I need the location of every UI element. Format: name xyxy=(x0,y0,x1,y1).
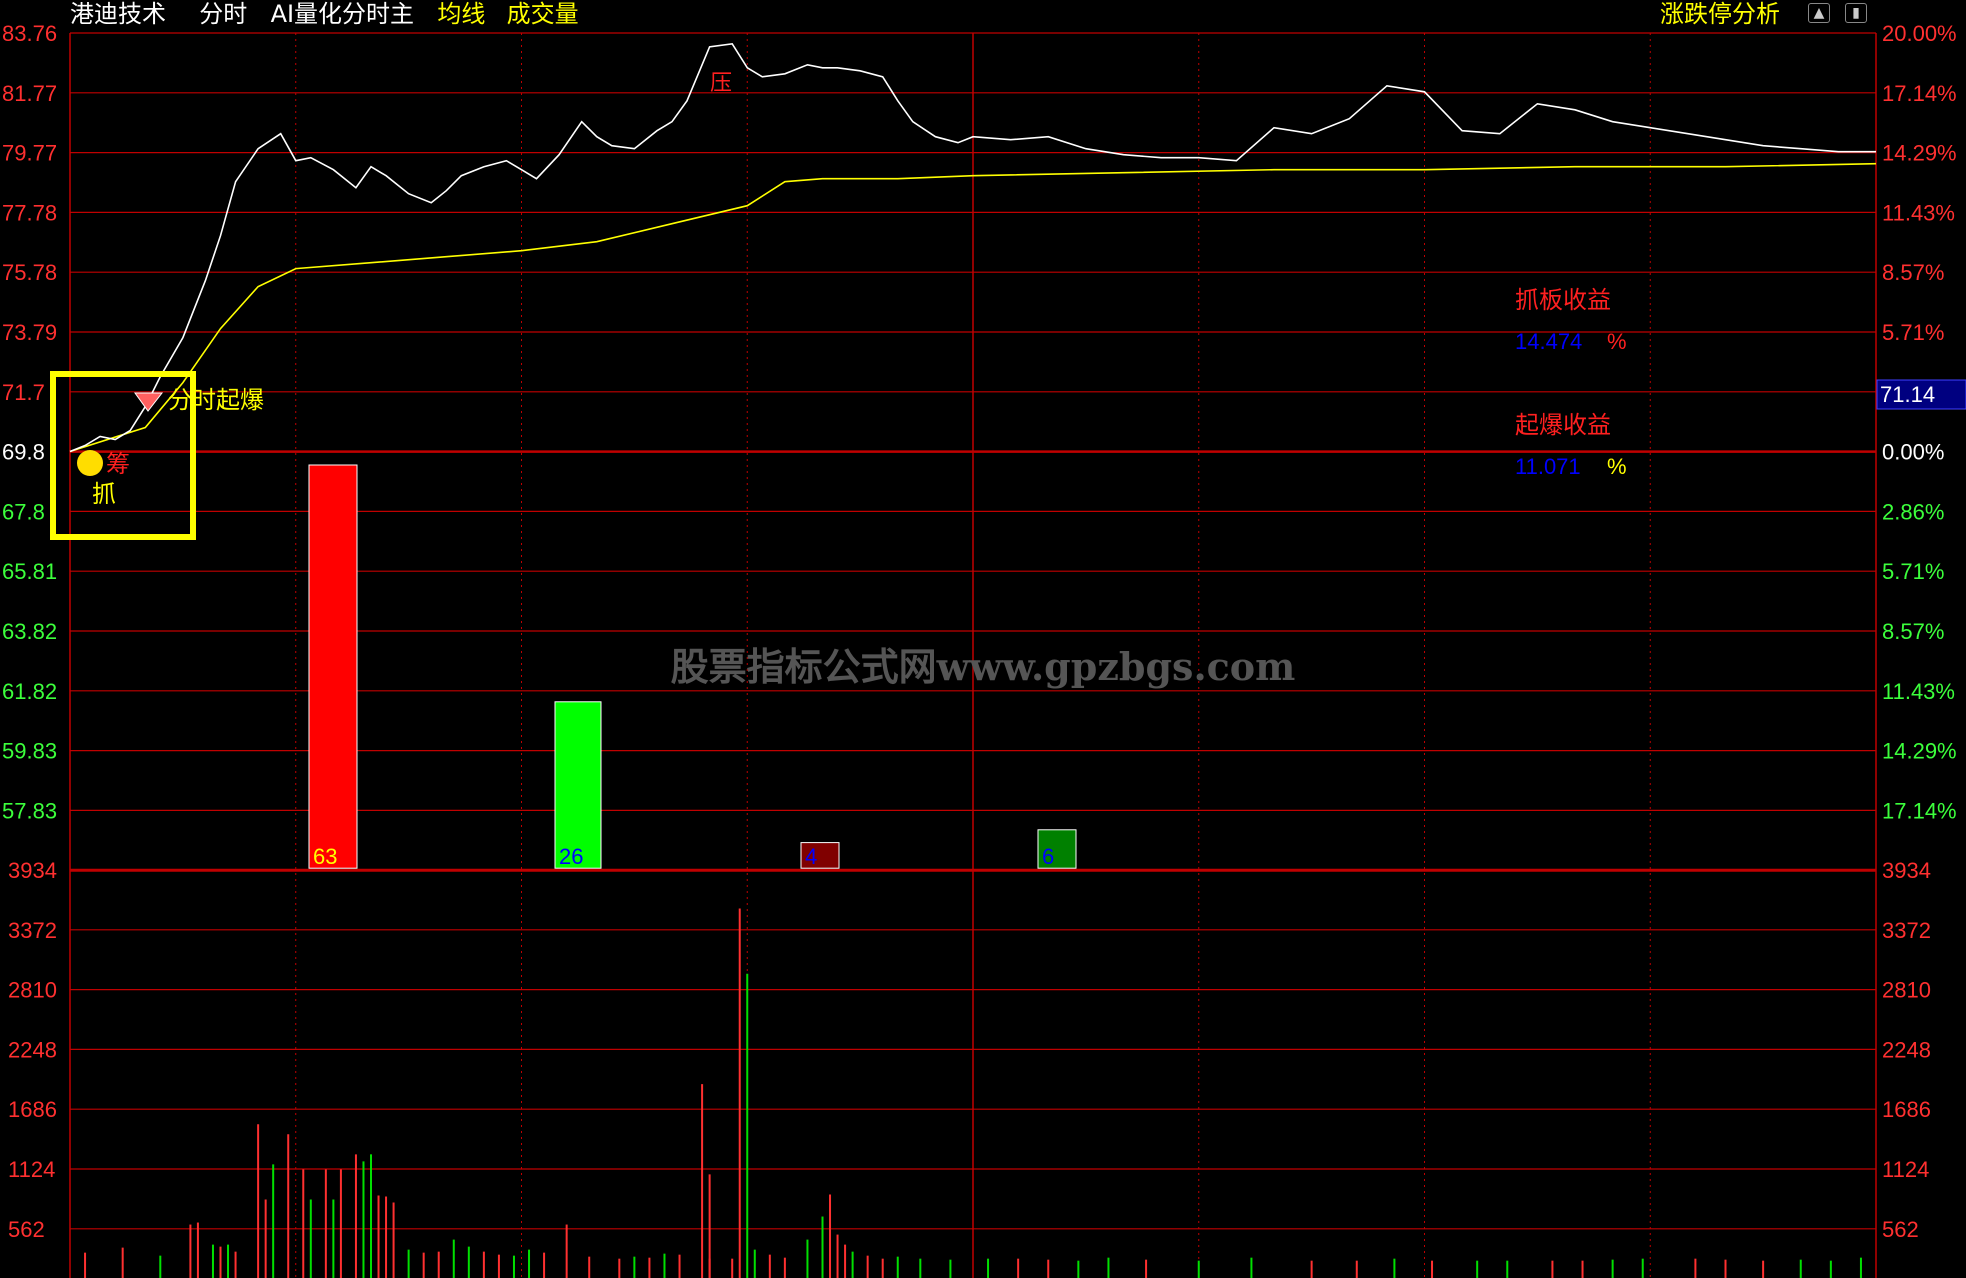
stat-label: 抓板收益 xyxy=(1515,286,1611,314)
volume-axis-left-label: 3934 xyxy=(8,858,57,883)
stat-unit: % xyxy=(1607,454,1627,479)
volume-axis-right-label: 1124 xyxy=(1882,1157,1929,1182)
price-axis-left-label: 75.78 xyxy=(2,260,57,285)
signal-bar-label: 6 xyxy=(1042,844,1054,869)
signal-chou-label: 筹 xyxy=(106,450,130,478)
price-axis-left-label: 77.78 xyxy=(2,200,57,225)
volume-axis-right-label: 2248 xyxy=(1882,1037,1931,1062)
watermark-text: 股票指标公式网www.gpzbgs.com xyxy=(671,644,1296,689)
signal-zhua-label: 抓 xyxy=(92,480,116,508)
price-axis-right-label: 11.43% xyxy=(1882,200,1955,225)
price-axis-left-label: 63.82 xyxy=(2,619,57,644)
price-axis-left-label: 71.7 xyxy=(2,380,45,405)
volume-axis-right-label: 1686 xyxy=(1882,1097,1931,1122)
stat-value: 11.071 xyxy=(1515,454,1581,479)
diamond-icon xyxy=(134,392,164,412)
price-axis-left-label: 73.79 xyxy=(2,320,57,345)
price-axis-right-label: 14.29% xyxy=(1882,141,1957,166)
signal-bar xyxy=(308,464,358,869)
price-axis-right-label: 11.43% xyxy=(1882,679,1955,704)
signal-bar-label: 26 xyxy=(559,844,583,869)
volume-axis-right-label: 3372 xyxy=(1882,918,1931,943)
price-axis-right-label: 8.57% xyxy=(1882,619,1944,644)
volume-axis-left-label: 562 xyxy=(8,1217,45,1242)
stat-unit: % xyxy=(1607,329,1627,354)
price-axis-left-label: 61.82 xyxy=(2,679,57,704)
signal-bar-label: 63 xyxy=(313,844,337,869)
stat-value: 14.474 xyxy=(1515,329,1582,354)
price-axis-right-label: 5.71% xyxy=(1882,320,1944,345)
chart-stage: 港迪技术 分时 AI量化分时主 均线 成交量 涨跌停分析 ▲ ▮ 股票指标公式网… xyxy=(0,0,1966,1278)
signal-pressure-label: 压 xyxy=(710,71,732,96)
price-axis-right-label: 14.29% xyxy=(1882,739,1957,764)
price-axis-right-label: 8.57% xyxy=(1882,260,1944,285)
price-axis-left-label: 79.77 xyxy=(2,141,57,166)
price-axis-right-label: 17.14% xyxy=(1882,81,1957,106)
volume-axis-left-label: 2810 xyxy=(8,978,57,1003)
volume-axis-right-label: 3934 xyxy=(1882,858,1931,883)
price-axis-left-label: 65.81 xyxy=(2,559,57,584)
volume-axis-left-label: 1124 xyxy=(8,1157,55,1182)
stat-label: 起爆收益 xyxy=(1515,411,1611,439)
volume-axis-left-label: 1686 xyxy=(8,1097,57,1122)
price-axis-right-label: 5.71% xyxy=(1882,559,1944,584)
signal-breakout-label: 分时起爆 xyxy=(168,386,264,414)
price-axis-left-label: 69.8 xyxy=(2,440,45,465)
price-axis-right-label: 0.00% xyxy=(1882,440,1944,465)
smiley-icon xyxy=(77,450,103,476)
price-axis-left-label: 67.8 xyxy=(2,499,45,524)
signal-marks-layer: 筹抓 分时起爆 压 xyxy=(50,71,732,540)
watermark-layer: 股票指标公式网www.gpzbgs.com xyxy=(671,644,1296,689)
current-price-label: 71.14 xyxy=(1880,382,1935,407)
price-axis-right-label: 20.00% xyxy=(1882,21,1957,46)
volume-axis-right-label: 562 xyxy=(1882,1217,1919,1242)
volume-axis-left-label: 3372 xyxy=(8,918,57,943)
price-axis-right-label: 17.14% xyxy=(1882,798,1957,823)
volume-axis-right-label: 2810 xyxy=(1882,978,1931,1003)
stats-layer: 抓板收益 14.474 % 起爆收益 11.071% xyxy=(1515,286,1627,479)
price-axis-left-label: 83.76 xyxy=(2,21,57,46)
volume-axis-left-label: 2248 xyxy=(8,1037,57,1062)
price-axis-left-label: 59.83 xyxy=(2,739,57,764)
chart-svg: 股票指标公式网www.gpzbgs.com 63 26 4 6 筹抓 分时起爆 压 83.… xyxy=(2,21,1966,1278)
signal-bar-label: 4 xyxy=(805,844,817,869)
price-axis-right-label: 2.86% xyxy=(1882,499,1944,524)
price-axis-left-label: 57.83 xyxy=(2,798,57,823)
price-axis-left-label: 81.77 xyxy=(2,81,57,106)
